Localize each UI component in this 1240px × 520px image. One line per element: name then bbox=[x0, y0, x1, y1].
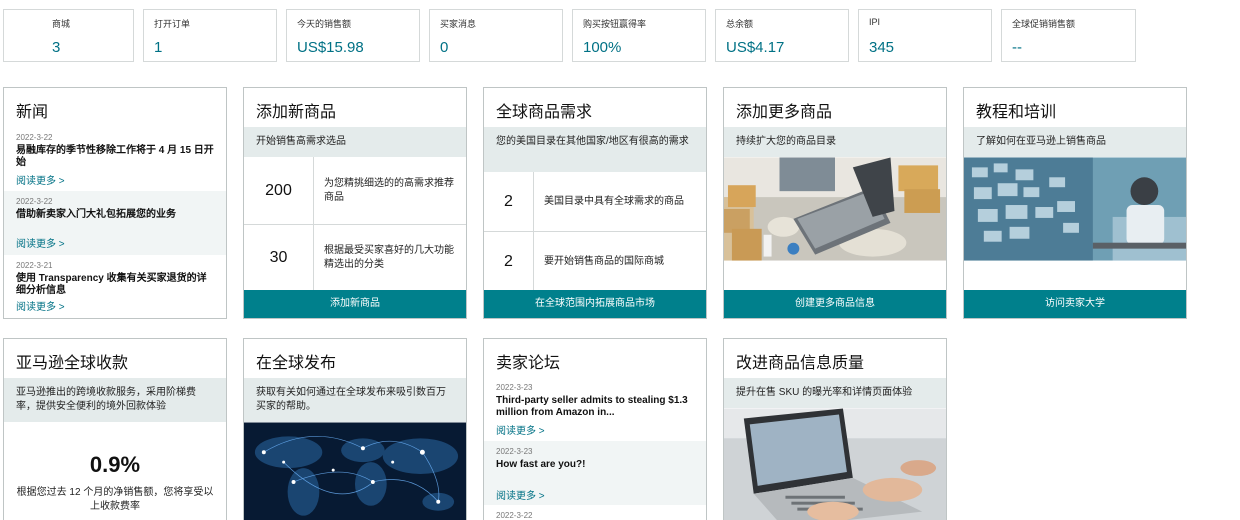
row-count: 30 bbox=[244, 225, 314, 291]
listing-quality-card: 改进商品信息质量 提升在售 SKU 的曝光率和详情页面体验 bbox=[723, 338, 947, 520]
news-headline[interactable]: 易融库存的季节性移除工作将于 4 月 15 日开始 bbox=[16, 145, 214, 169]
demand-row[interactable]: 2 美国目录中具有全球需求的商品 bbox=[484, 172, 706, 232]
metric-label: 商城 bbox=[52, 19, 71, 29]
card-title: 亚马逊全球收款 bbox=[16, 355, 129, 372]
news-date: 2022-3-21 bbox=[16, 261, 53, 270]
metric-value: 345 bbox=[869, 39, 895, 56]
forum-headline[interactable]: How fast are you?! bbox=[496, 459, 694, 471]
fee-rate: 0.9% bbox=[89, 452, 141, 477]
card-title: 全球商品需求 bbox=[496, 104, 593, 121]
row-text: 为您精挑细选的的高需求推荐商品 bbox=[324, 177, 454, 203]
card-title: 添加更多商品 bbox=[736, 104, 833, 121]
world-network-image bbox=[244, 422, 466, 520]
metric-label: 总余额 bbox=[726, 19, 754, 29]
metric-value: US$15.98 bbox=[297, 39, 364, 56]
card-title: 卖家论坛 bbox=[496, 355, 561, 372]
laptop-typing-image bbox=[724, 408, 946, 520]
card-description: 您的美国目录在其他国家/地区有很高的需求 bbox=[484, 127, 706, 172]
card-description: 了解如何在亚马逊上销售商品 bbox=[964, 127, 1186, 157]
metric-buybox-rate[interactable]: 购买按钮赢得率 100% bbox=[572, 9, 706, 62]
card-description: 持续扩大您的商品目录 bbox=[724, 127, 946, 157]
row-count: 2 bbox=[484, 232, 534, 291]
card-description: 获取有关如何通过在全球发布来吸引数百万买家的帮助。 bbox=[244, 378, 466, 422]
seller-forum-card: 卖家论坛 2022-3-23 Third-party seller admits… bbox=[483, 338, 707, 520]
forum-date: 2022-3-23 bbox=[496, 383, 533, 392]
metric-value: 100% bbox=[583, 39, 622, 56]
laptop-workspace-image bbox=[724, 157, 946, 261]
news-headline[interactable]: 借助新卖家入门大礼包拓展您的业务 bbox=[16, 209, 214, 221]
forum-post: 2022-3-23 Third-party seller admits to s… bbox=[484, 378, 706, 441]
fee-explanation: 根据您过去 12 个月的净销售额，您将享受以上收款费率 bbox=[16, 487, 214, 512]
metric-value: 3 bbox=[52, 39, 61, 56]
forum-date: 2022-3-23 bbox=[496, 447, 533, 456]
news-item: 2022-3-22 借助新卖家入门大礼包拓展您的业务 阅读更多 > bbox=[4, 191, 226, 255]
forum-headline[interactable]: Third-party seller admits to stealing $1… bbox=[496, 395, 694, 419]
metric-global-promo-sales[interactable]: 全球促销销售额 -- bbox=[1001, 9, 1136, 62]
card-title: 教程和培训 bbox=[976, 104, 1057, 121]
read-more-link[interactable]: 阅读更多 > bbox=[16, 298, 214, 313]
news-card: 新闻 2022-3-22 易融库存的季节性移除工作将于 4 月 15 日开始 阅… bbox=[3, 87, 227, 319]
read-more-link[interactable]: 阅读更多 > bbox=[16, 172, 214, 187]
metric-open-orders[interactable]: 打开订单 1 bbox=[143, 9, 277, 62]
recommendation-row[interactable]: 30 根据最受买家喜好的几大功能精选出的分类 bbox=[244, 225, 466, 291]
add-more-card: 添加更多商品 持续扩大您的商品目录 创建更多商品信息 bbox=[723, 87, 947, 319]
card-description: 亚马逊推出的跨境收款服务，采用阶梯费率，提供安全便利的境外回款体验 bbox=[4, 378, 226, 422]
add-product-card: 添加新商品 开始销售高需求选品 200 为您精挑细选的的高需求推荐商品 30 根… bbox=[243, 87, 467, 319]
news-item: 2022-3-21 使用 Transparency 收集有关买家退货的详细分析信… bbox=[4, 255, 226, 317]
row-count: 2 bbox=[484, 172, 534, 231]
metric-value: 0 bbox=[440, 39, 449, 56]
card-title: 新闻 bbox=[16, 104, 49, 121]
read-more-link[interactable]: 阅读更多 > bbox=[496, 487, 694, 502]
metric-label: 今天的销售额 bbox=[297, 19, 352, 29]
metric-value: 1 bbox=[154, 39, 163, 56]
metric-label: IPI bbox=[869, 17, 881, 27]
metric-label: 买家消息 bbox=[440, 19, 477, 29]
card-title: 改进商品信息质量 bbox=[736, 355, 865, 372]
read-more-link[interactable]: 阅读更多 > bbox=[16, 235, 214, 250]
tutorial-card: 教程和培训 了解如何在亚马逊上销售商品 访问卖家大学 bbox=[963, 87, 1187, 319]
metric-label: 打开订单 bbox=[154, 19, 191, 29]
visit-seller-university-button[interactable]: 访问卖家大学 bbox=[964, 290, 1186, 318]
row-count: 200 bbox=[244, 157, 314, 224]
global-demand-card: 全球商品需求 您的美国目录在其他国家/地区有很高的需求 2 美国目录中具有全球需… bbox=[483, 87, 707, 319]
training-screens-image bbox=[964, 157, 1186, 261]
card-description: 开始销售高需求选品 bbox=[244, 127, 466, 157]
forum-post: 2022-3-23 How fast are you?! 阅读更多 > bbox=[484, 441, 706, 505]
global-publish-card: 在全球发布 获取有关如何通过在全球发布来吸引数百万买家的帮助。 bbox=[243, 338, 467, 520]
metric-label: 购买按钮赢得率 bbox=[583, 19, 647, 29]
row-text: 根据最受买家喜好的几大功能精选出的分类 bbox=[324, 245, 454, 270]
recommendation-row[interactable]: 200 为您精挑细选的的高需求推荐商品 bbox=[244, 157, 466, 225]
create-listings-button[interactable]: 创建更多商品信息 bbox=[724, 290, 946, 318]
news-date: 2022-3-22 bbox=[16, 133, 53, 142]
card-title: 在全球发布 bbox=[256, 355, 337, 372]
add-product-button[interactable]: 添加新商品 bbox=[244, 290, 466, 318]
global-payment-card: 亚马逊全球收款 亚马逊推出的跨境收款服务，采用阶梯费率，提供安全便利的境外回款体… bbox=[3, 338, 227, 520]
metric-marketplaces[interactable]: 商城 3 bbox=[3, 9, 134, 62]
news-headline[interactable]: 使用 Transparency 收集有关买家退货的详细分析信息 bbox=[16, 273, 214, 297]
card-description: 提升在售 SKU 的曝光率和详情页面体验 bbox=[724, 378, 946, 408]
metric-label: 全球促销销售额 bbox=[1012, 19, 1076, 29]
row-text: 要开始销售商品的国际商城 bbox=[544, 255, 664, 267]
metric-buyer-messages[interactable]: 买家消息 0 bbox=[429, 9, 563, 62]
row-text: 美国目录中具有全球需求的商品 bbox=[544, 195, 684, 207]
metric-total-balance[interactable]: 总余额 US$4.17 bbox=[715, 9, 849, 62]
forum-post: 2022-3-22 bbox=[484, 505, 706, 520]
news-item: 2022-3-22 易融库存的季节性移除工作将于 4 月 15 日开始 阅读更多… bbox=[4, 127, 226, 191]
demand-row[interactable]: 2 要开始销售商品的国际商城 bbox=[484, 232, 706, 291]
metric-ipi[interactable]: IPI 345 bbox=[858, 9, 992, 62]
card-title: 添加新商品 bbox=[256, 104, 337, 121]
expand-global-button[interactable]: 在全球范围内拓展商品市场 bbox=[484, 290, 706, 318]
read-more-link[interactable]: 阅读更多 > bbox=[496, 422, 694, 437]
news-date: 2022-3-22 bbox=[16, 197, 53, 206]
metric-value: US$4.17 bbox=[726, 39, 785, 56]
metric-today-sales[interactable]: 今天的销售额 US$15.98 bbox=[286, 9, 420, 62]
forum-date: 2022-3-22 bbox=[496, 511, 533, 520]
metric-value: -- bbox=[1012, 39, 1022, 56]
